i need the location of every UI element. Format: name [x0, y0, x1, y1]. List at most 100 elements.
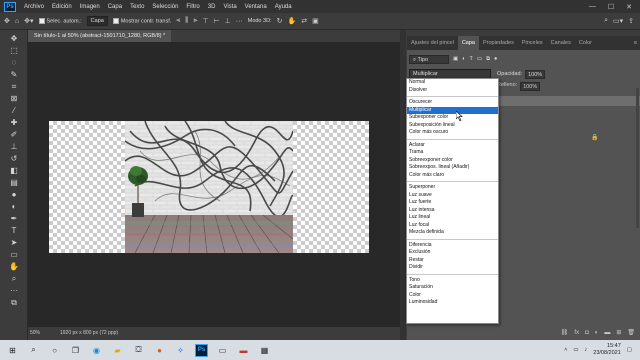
camera-3d-icon[interactable]: ▣ [312, 17, 319, 25]
add-mask-icon[interactable]: ◘ [585, 330, 589, 336]
align-right-icon[interactable]: ⫸ [193, 17, 197, 25]
eraser-tool-icon[interactable]: ◧ [9, 166, 19, 176]
clock[interactable]: 15:47 23/08/2021 [593, 343, 621, 357]
menu-capa[interactable]: Capa [104, 4, 126, 10]
menu-texto[interactable]: Texto [126, 4, 148, 10]
tab-properties[interactable]: Propiedades [479, 36, 518, 50]
task-view-icon[interactable]: ❐ [69, 344, 82, 357]
blend-mode-option[interactable]: Luz lineal [407, 214, 498, 222]
blend-mode-option[interactable]: Trama [407, 149, 498, 157]
blend-mode-option[interactable]: Mezcla definida [407, 229, 498, 237]
blend-mode-option[interactable]: Sobreexponer color [407, 157, 498, 165]
edit-toolbar-icon[interactable]: ⧉ [9, 298, 19, 308]
search-icon[interactable]: ⌕ [604, 17, 608, 25]
blend-mode-option[interactable]: Exclusión [407, 249, 498, 257]
eyedropper-tool-icon[interactable]: ⁄ [9, 106, 19, 116]
tray-chevron-icon[interactable]: ˄ [564, 347, 567, 353]
healing-brush-tool-icon[interactable]: ✚ [9, 118, 19, 128]
minimize-button[interactable]: — [589, 3, 596, 11]
blend-mode-option[interactable]: Luz focal [407, 222, 498, 230]
blend-mode-option[interactable]: Subexposición lineal [407, 122, 498, 130]
maximize-button[interactable]: ☐ [608, 3, 614, 11]
auto-select-dropdown[interactable]: Capa [86, 16, 108, 26]
align-middle-icon[interactable]: ⊢ [214, 17, 220, 25]
brush-tool-icon[interactable]: ✐ [9, 130, 19, 140]
filter-adjustment-icon[interactable]: ◐ [462, 56, 465, 62]
pen-tool-icon[interactable]: ✒ [9, 214, 19, 224]
edge-icon[interactable]: ◉ [90, 344, 103, 357]
blend-mode-option[interactable]: Normal [407, 79, 498, 87]
filter-toggle-icon[interactable]: ● [494, 56, 497, 62]
menu-imagen[interactable]: Imagen [76, 4, 104, 10]
volume-icon[interactable]: ♪ [585, 347, 588, 353]
search-icon[interactable]: ⌕ [27, 344, 40, 357]
show-transform-checkbox[interactable]: Mostrar contr. transf. [112, 17, 171, 24]
blend-mode-option[interactable]: Color más oscuro [407, 129, 498, 137]
frame-tool-icon[interactable]: ⊠ [9, 94, 19, 104]
blend-mode-option[interactable]: Subexponer color [407, 114, 498, 122]
document-info[interactable]: 1920 px x 800 px (72 ppp) [60, 327, 118, 340]
selected-layer-row[interactable] [499, 96, 640, 106]
windows-start-icon[interactable]: ⊞ [6, 344, 19, 357]
blend-mode-option[interactable]: Luz intensa [407, 207, 498, 215]
menu-3d[interactable]: 3D [204, 4, 220, 10]
path-selection-tool-icon[interactable]: ➤ [9, 238, 19, 248]
panel-menu-icon[interactable]: ≡ [634, 36, 640, 50]
network-icon[interactable]: ▭ [573, 347, 578, 353]
blend-mode-option[interactable]: Dividir [407, 264, 498, 272]
workspace-icon[interactable]: ▭▾ [613, 17, 623, 25]
document-tab[interactable]: Sin título-1 al 50% (abstract-1501710_12… [28, 30, 172, 42]
tab-brushes[interactable]: Pinceles [518, 36, 547, 50]
blend-mode-option[interactable]: Disolver [407, 87, 498, 95]
menu-filtro[interactable]: Filtro [182, 4, 203, 10]
filter-smart-icon[interactable]: ⧉ [486, 56, 490, 63]
blend-mode-option[interactable]: Saturación [407, 284, 498, 292]
menu-vista[interactable]: Vista [219, 4, 240, 10]
new-group-icon[interactable]: ▬ [604, 330, 610, 336]
zoom-tool-icon[interactable]: ⌕ [9, 274, 19, 284]
tab-color[interactable]: Color [575, 36, 596, 50]
blend-mode-option[interactable]: Multiplicar [407, 106, 498, 114]
menu-archivo[interactable]: Archivo [20, 4, 48, 10]
blend-mode-option[interactable]: Aclarar [407, 142, 498, 150]
scrollbar[interactable] [636, 88, 639, 228]
crop-tool-icon[interactable]: ⌗ [9, 82, 19, 92]
blend-mode-option[interactable]: Luminosidad [407, 299, 498, 307]
blend-mode-option[interactable]: Sobreexpos. lineal (Añadir) [407, 164, 498, 172]
new-layer-icon[interactable]: ⊞ [616, 329, 621, 336]
orbit-3d-icon[interactable]: ↻ [277, 17, 283, 25]
blend-mode-option[interactable]: Color más claro [407, 172, 498, 180]
align-bottom-icon[interactable]: ⊥ [225, 17, 231, 25]
auto-select-checkbox[interactable]: Selec. autom.: [38, 17, 82, 24]
dropbox-icon[interactable]: ✧ [174, 344, 187, 357]
opacity-input[interactable]: 100% [525, 69, 546, 79]
clone-stamp-tool-icon[interactable]: ⊥ [9, 142, 19, 152]
firefox-icon[interactable]: ● [153, 344, 166, 357]
close-button[interactable]: ✕ [626, 3, 632, 11]
move-tool-icon[interactable]: ✥ [9, 34, 19, 44]
zoom-level[interactable]: 50% [30, 327, 40, 340]
blend-mode-option[interactable]: Oscurecer [407, 99, 498, 107]
align-top-icon[interactable]: ⊤ [202, 17, 208, 25]
link-layers-icon[interactable]: ⛓ [561, 329, 569, 336]
file-explorer-icon[interactable]: ▰ [111, 344, 124, 357]
more-options-icon[interactable]: ··· [236, 18, 243, 25]
more-tools-icon[interactable]: ··· [9, 286, 19, 296]
align-center-icon[interactable]: ⫼ [185, 17, 188, 25]
blend-mode-option[interactable]: Restar [407, 257, 498, 265]
trash-icon[interactable]: 🗑 [627, 329, 635, 336]
menu-seleccion[interactable]: Selección [148, 4, 182, 10]
blend-mode-option[interactable]: Superponer [407, 184, 498, 192]
blend-mode-option[interactable]: Color [407, 292, 498, 300]
fill-input[interactable]: 100% [520, 82, 541, 91]
tab-layers[interactable]: Capa [457, 36, 479, 50]
app-icon[interactable]: ▭ [216, 344, 229, 357]
marquee-tool-icon[interactable]: ⬚ [9, 46, 19, 56]
quick-select-tool-icon[interactable]: ✎ [9, 70, 19, 80]
blend-mode-option[interactable]: Diferencia [407, 242, 498, 250]
menu-ventana[interactable]: Ventana [241, 4, 271, 10]
move-tool-icon[interactable]: ✥ [4, 17, 10, 25]
pan-3d-icon[interactable]: ✋ [287, 17, 296, 25]
align-left-icon[interactable]: ⫷ [176, 17, 180, 25]
share-icon[interactable]: ⇪ [628, 17, 634, 25]
